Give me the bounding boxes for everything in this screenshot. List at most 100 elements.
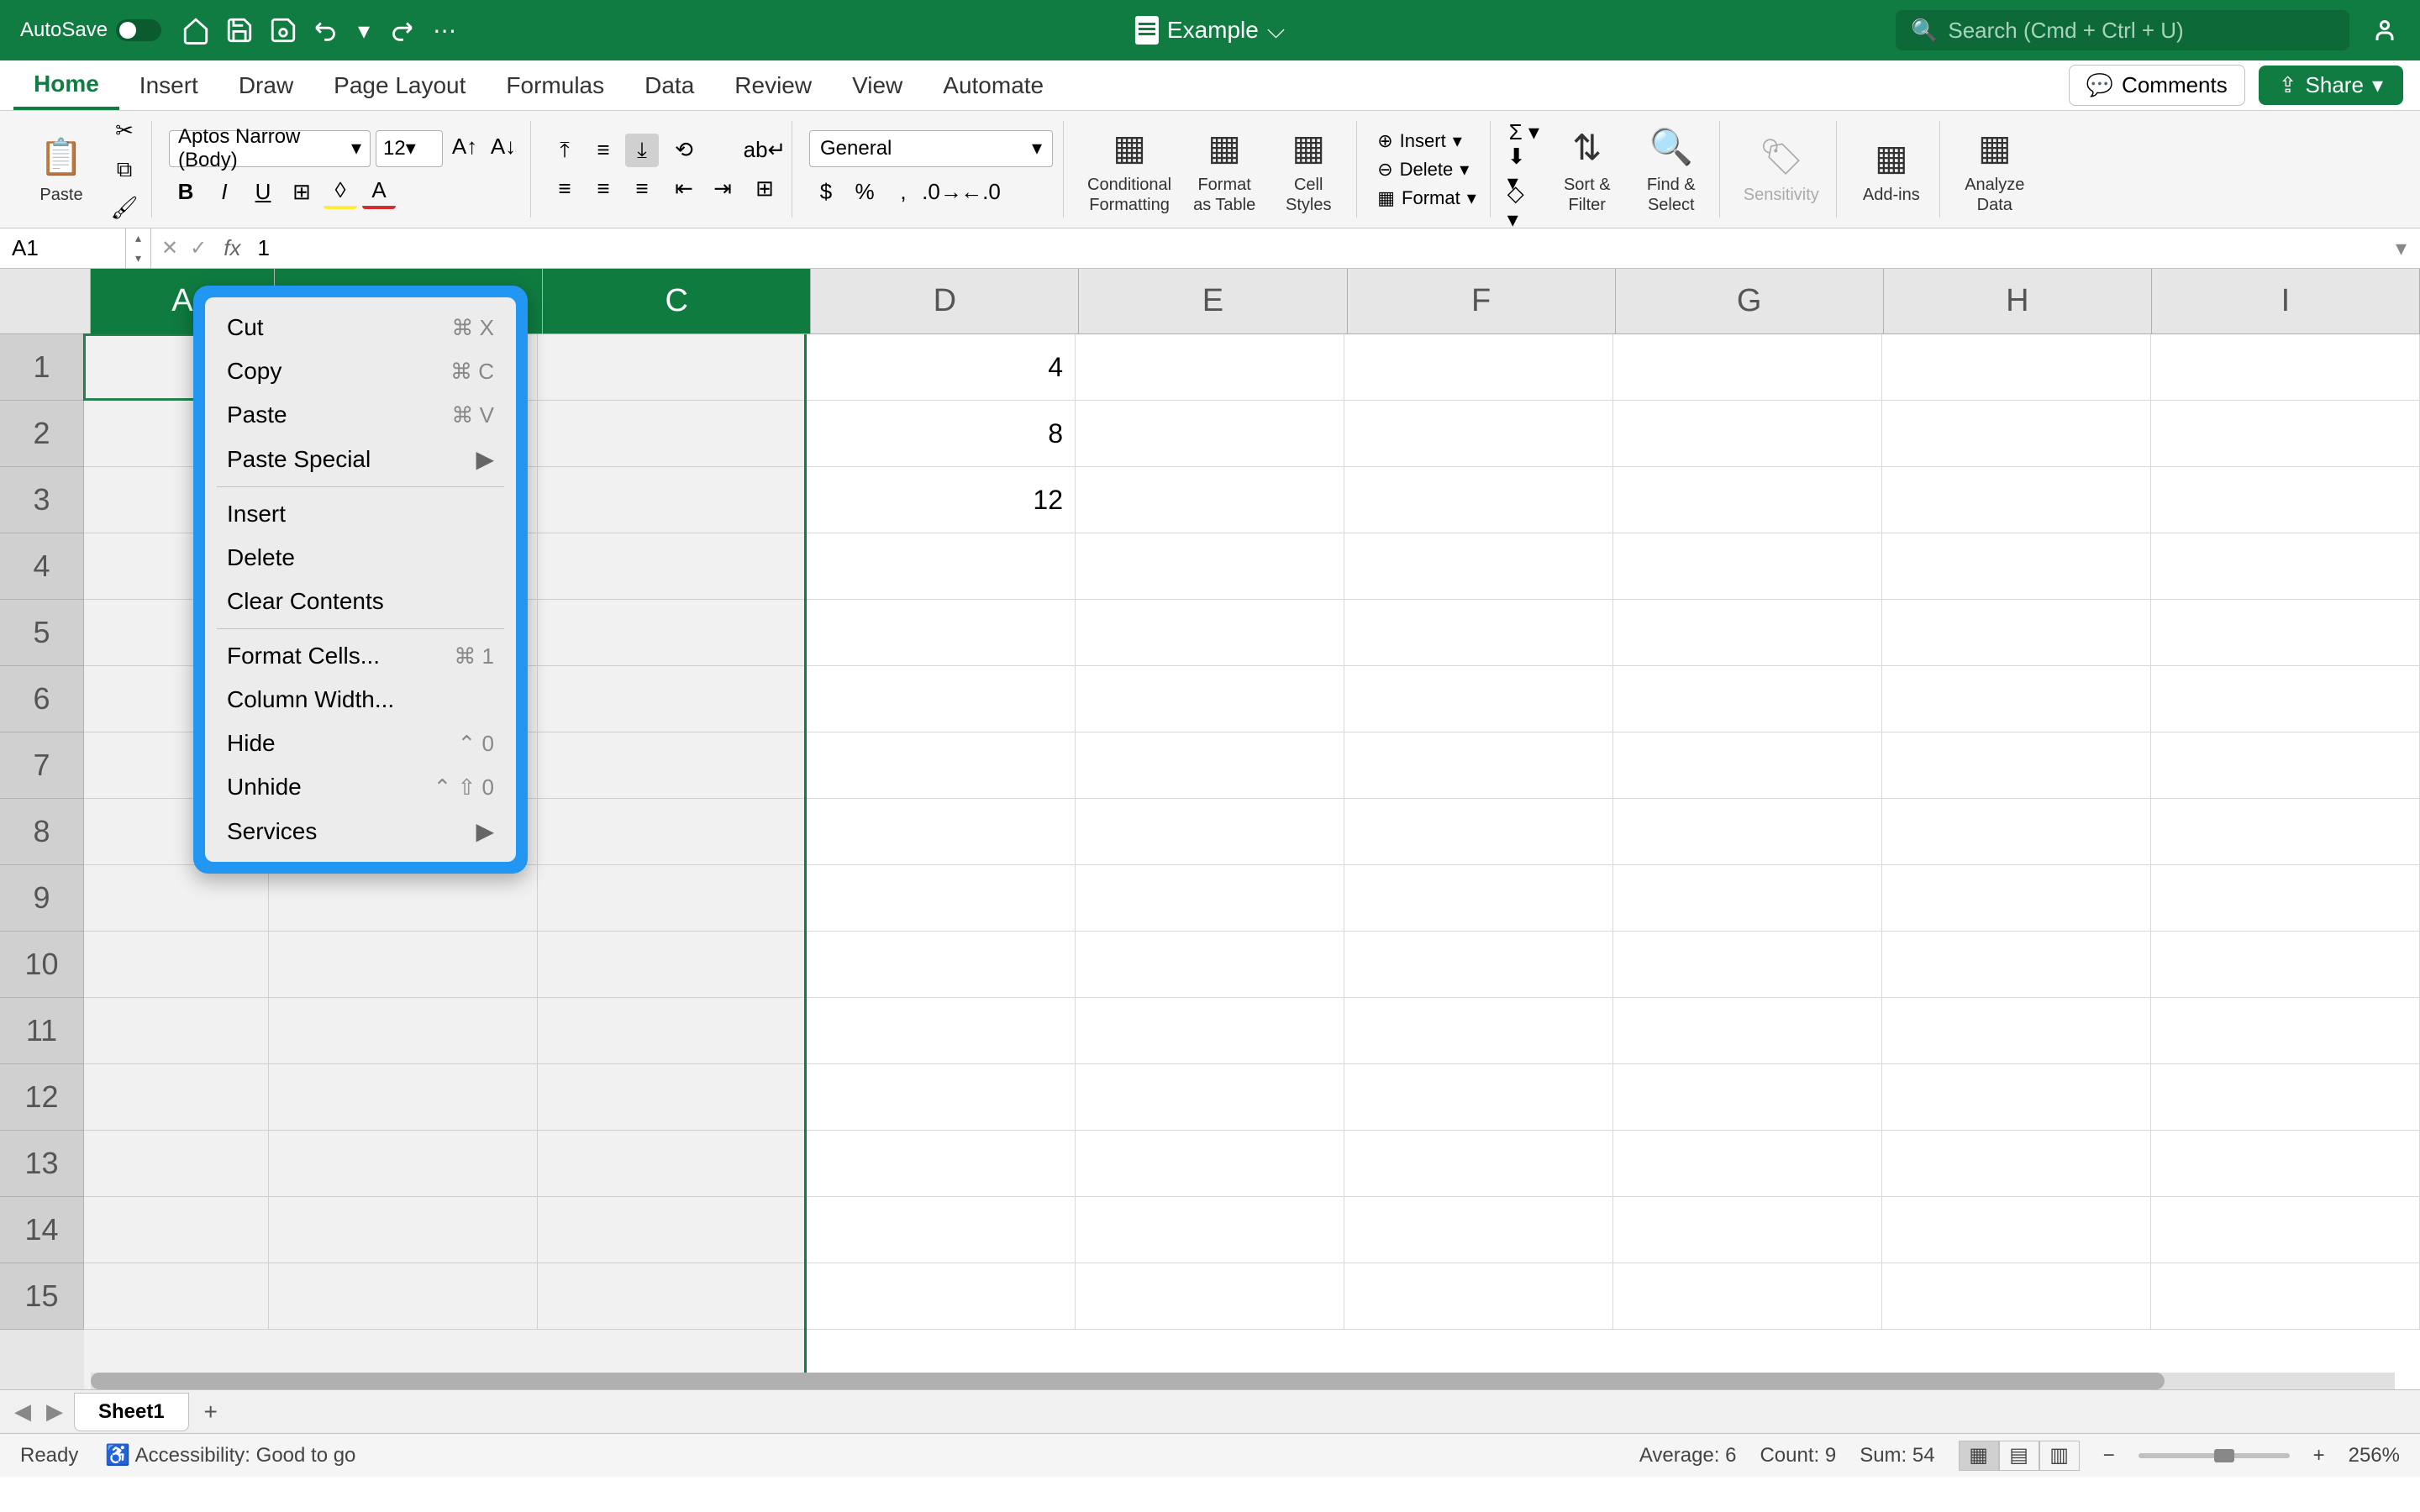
delete-cells-button[interactable]: ⊖Delete ▾ — [1374, 157, 1480, 182]
cell-I6[interactable] — [2151, 666, 2420, 732]
font-color-button[interactable]: A — [362, 176, 396, 209]
cell-G13[interactable] — [1613, 1131, 1882, 1196]
insert-cells-button[interactable]: ⊕Insert ▾ — [1374, 129, 1480, 154]
cell-styles-button[interactable]: ▦Cell Styles — [1270, 121, 1346, 218]
conditional-formatting-button[interactable]: ▦Conditional Formatting — [1081, 121, 1178, 218]
sheet-tab-1[interactable]: Sheet1 — [74, 1393, 189, 1431]
tab-home[interactable]: Home — [13, 60, 119, 110]
formula-expand-icon[interactable]: ▾ — [2382, 235, 2420, 261]
cell-I5[interactable] — [2151, 600, 2420, 665]
font-size-select[interactable]: 12 ▾ — [376, 130, 443, 167]
tab-draw[interactable]: Draw — [218, 60, 313, 110]
align-bottom-icon[interactable]: ⤓ — [625, 134, 659, 167]
cell-H8[interactable] — [1882, 799, 2151, 864]
row-header-2[interactable]: 2 — [0, 401, 84, 467]
accessibility-status[interactable]: ♿ Accessibility: Good to go — [105, 1443, 355, 1467]
cell-G2[interactable] — [1613, 401, 1882, 466]
copy-icon[interactable]: ⧉ — [108, 153, 141, 186]
decrease-font-icon[interactable]: A↓ — [487, 130, 520, 164]
menu-item-unhide[interactable]: Unhide⌃ ⇧ 0 — [205, 765, 516, 809]
cell-D7[interactable] — [807, 732, 1076, 798]
cell-F10[interactable] — [1344, 932, 1613, 997]
cell-H9[interactable] — [1882, 865, 2151, 931]
cell-E15[interactable] — [1076, 1263, 1344, 1329]
paste-button[interactable]: 📋 Paste — [24, 131, 99, 208]
currency-icon[interactable]: $ — [809, 176, 843, 209]
row-header-3[interactable]: 3 — [0, 467, 84, 533]
cell-I15[interactable] — [2151, 1263, 2420, 1329]
bold-button[interactable]: B — [169, 176, 203, 209]
border-button[interactable]: ⊞ — [285, 176, 318, 209]
scroll-thumb[interactable] — [91, 1373, 2165, 1389]
align-top-icon[interactable]: ⤒ — [548, 134, 581, 167]
share-tray-icon[interactable] — [2370, 15, 2400, 45]
view-page-break[interactable]: ▥ — [2039, 1441, 2080, 1471]
format-as-table-button[interactable]: ▦Format as Table — [1186, 121, 1262, 218]
comma-icon[interactable]: , — [886, 176, 920, 209]
cell-G12[interactable] — [1613, 1064, 1882, 1130]
align-right-icon[interactable]: ≡ — [625, 172, 659, 206]
col-header-g[interactable]: G — [1616, 269, 1884, 333]
align-left-icon[interactable]: ≡ — [548, 172, 581, 206]
fill-color-button[interactable]: ◊ — [324, 176, 357, 209]
zoom-in-button[interactable]: + — [2313, 1444, 2325, 1467]
cell-E5[interactable] — [1076, 600, 1344, 665]
search-input[interactable]: 🔍 Search (Cmd + Ctrl + U) — [1896, 10, 2349, 50]
cell-D14[interactable] — [807, 1197, 1076, 1263]
menu-item-hide[interactable]: Hide⌃ 0 — [205, 722, 516, 765]
format-cells-button[interactable]: ▦Format ▾ — [1374, 186, 1480, 211]
cell-D10[interactable] — [807, 932, 1076, 997]
cell-D5[interactable] — [807, 600, 1076, 665]
menu-item-cut[interactable]: Cut⌘ X — [205, 306, 516, 349]
cell-F5[interactable] — [1344, 600, 1613, 665]
menu-item-paste-special[interactable]: Paste Special▶ — [205, 437, 516, 481]
cell-H1[interactable] — [1882, 334, 2151, 400]
format-painter-icon[interactable]: 🖌 — [108, 192, 141, 225]
cell-I12[interactable] — [2151, 1064, 2420, 1130]
autosave-toggle[interactable]: AutoSave — [20, 18, 161, 42]
cell-G1[interactable] — [1613, 334, 1882, 400]
cell-E3[interactable] — [1076, 467, 1344, 533]
enter-icon[interactable]: ✓ — [190, 236, 207, 260]
toggle-switch[interactable] — [116, 19, 161, 41]
addins-button[interactable]: ▦Add-ins — [1854, 131, 1929, 208]
tab-data[interactable]: Data — [624, 60, 714, 110]
cell-E14[interactable] — [1076, 1197, 1344, 1263]
tab-formulas[interactable]: Formulas — [486, 60, 624, 110]
cell-E2[interactable] — [1076, 401, 1344, 466]
view-normal[interactable]: ▦ — [1959, 1441, 1999, 1471]
row-header-11[interactable]: 11 — [0, 998, 84, 1064]
wrap-text-icon[interactable]: ab↵ — [748, 134, 781, 167]
cell-F7[interactable] — [1344, 732, 1613, 798]
save-icon[interactable] — [225, 16, 254, 45]
cell-E7[interactable] — [1076, 732, 1344, 798]
cell-D3[interactable]: 12 — [807, 467, 1076, 533]
autosave-cloud-icon[interactable] — [269, 16, 297, 45]
menu-item-format-cells-[interactable]: Format Cells...⌘ 1 — [205, 634, 516, 678]
cell-G15[interactable] — [1613, 1263, 1882, 1329]
undo-dropdown-icon[interactable]: ▾ — [356, 16, 371, 45]
horizontal-scrollbar[interactable] — [91, 1373, 2395, 1389]
cell-I4[interactable] — [2151, 533, 2420, 599]
col-header-h[interactable]: H — [1884, 269, 2152, 333]
row-header-15[interactable]: 15 — [0, 1263, 84, 1330]
name-box-arrows[interactable]: ▴▾ — [126, 228, 151, 268]
cell-H14[interactable] — [1882, 1197, 2151, 1263]
cell-E13[interactable] — [1076, 1131, 1344, 1196]
cell-D13[interactable] — [807, 1131, 1076, 1196]
add-sheet-button[interactable]: + — [196, 1397, 226, 1427]
orientation-icon[interactable]: ⟲ — [667, 134, 701, 167]
clear-icon[interactable]: ◇ ▾ — [1507, 190, 1541, 223]
tab-review[interactable]: Review — [714, 60, 832, 110]
cell-E1[interactable] — [1076, 334, 1344, 400]
cell-F11[interactable] — [1344, 998, 1613, 1063]
col-header-i[interactable]: I — [2152, 269, 2420, 333]
cell-H12[interactable] — [1882, 1064, 2151, 1130]
cell-H13[interactable] — [1882, 1131, 2151, 1196]
row-header-5[interactable]: 5 — [0, 600, 84, 666]
share-button[interactable]: ⇪ Share ▾ — [2259, 66, 2403, 105]
sheet-nav-prev[interactable]: ◀ — [10, 1399, 35, 1425]
cell-H10[interactable] — [1882, 932, 2151, 997]
row-header-6[interactable]: 6 — [0, 666, 84, 732]
row-header-1[interactable]: 1 — [0, 334, 84, 401]
